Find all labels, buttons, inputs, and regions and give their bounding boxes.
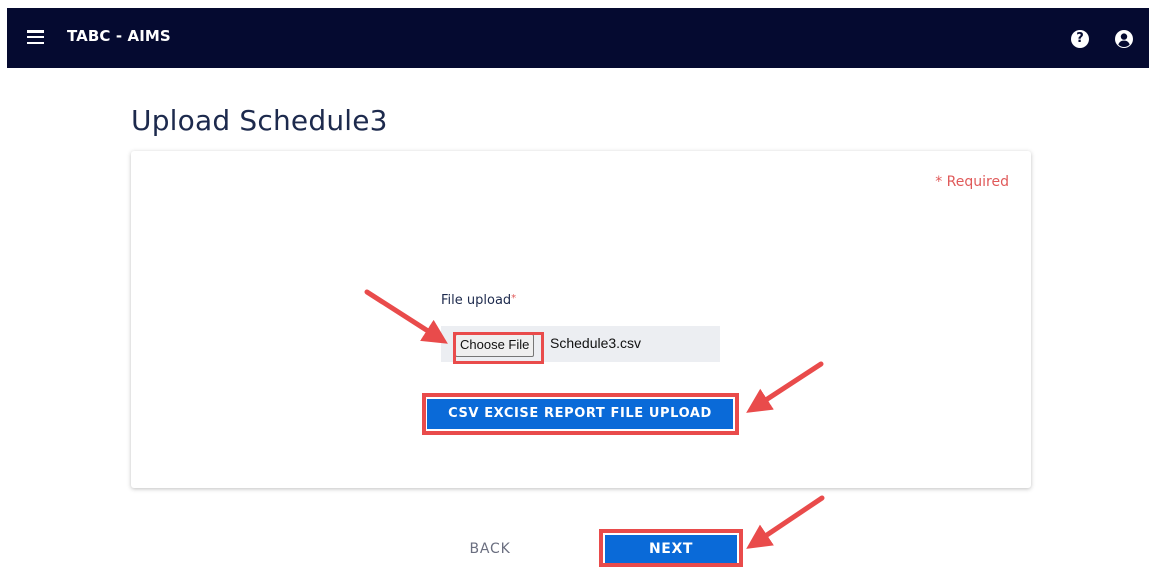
file-upload-label-text: File upload [441,293,512,308]
top-app-bar: TABC - AIMS ? [7,8,1149,68]
file-upload-input[interactable]: Choose File Schedule3.csv [441,326,720,362]
required-note: * Required [935,174,1009,190]
help-icon[interactable]: ? [1071,30,1089,48]
back-button[interactable]: BACK [452,535,528,563]
app-title: TABC - AIMS [67,27,171,45]
csv-excise-report-upload-button[interactable]: CSV EXCISE REPORT FILE UPLOAD [427,399,733,429]
user-account-icon[interactable] [1114,29,1134,49]
selected-file-name: Schedule3.csv [550,335,642,351]
file-upload-label: File upload* [441,293,516,308]
hamburger-menu-icon[interactable] [27,30,44,45]
required-marker: * [511,293,517,304]
next-button[interactable]: NEXT [605,535,737,563]
page-title: Upload Schedule3 [131,104,388,137]
choose-file-button[interactable]: Choose File [455,334,535,357]
upload-form-card: * Required File upload* Choose File Sche… [131,151,1031,488]
arrow-to-next-button-icon [746,495,825,549]
